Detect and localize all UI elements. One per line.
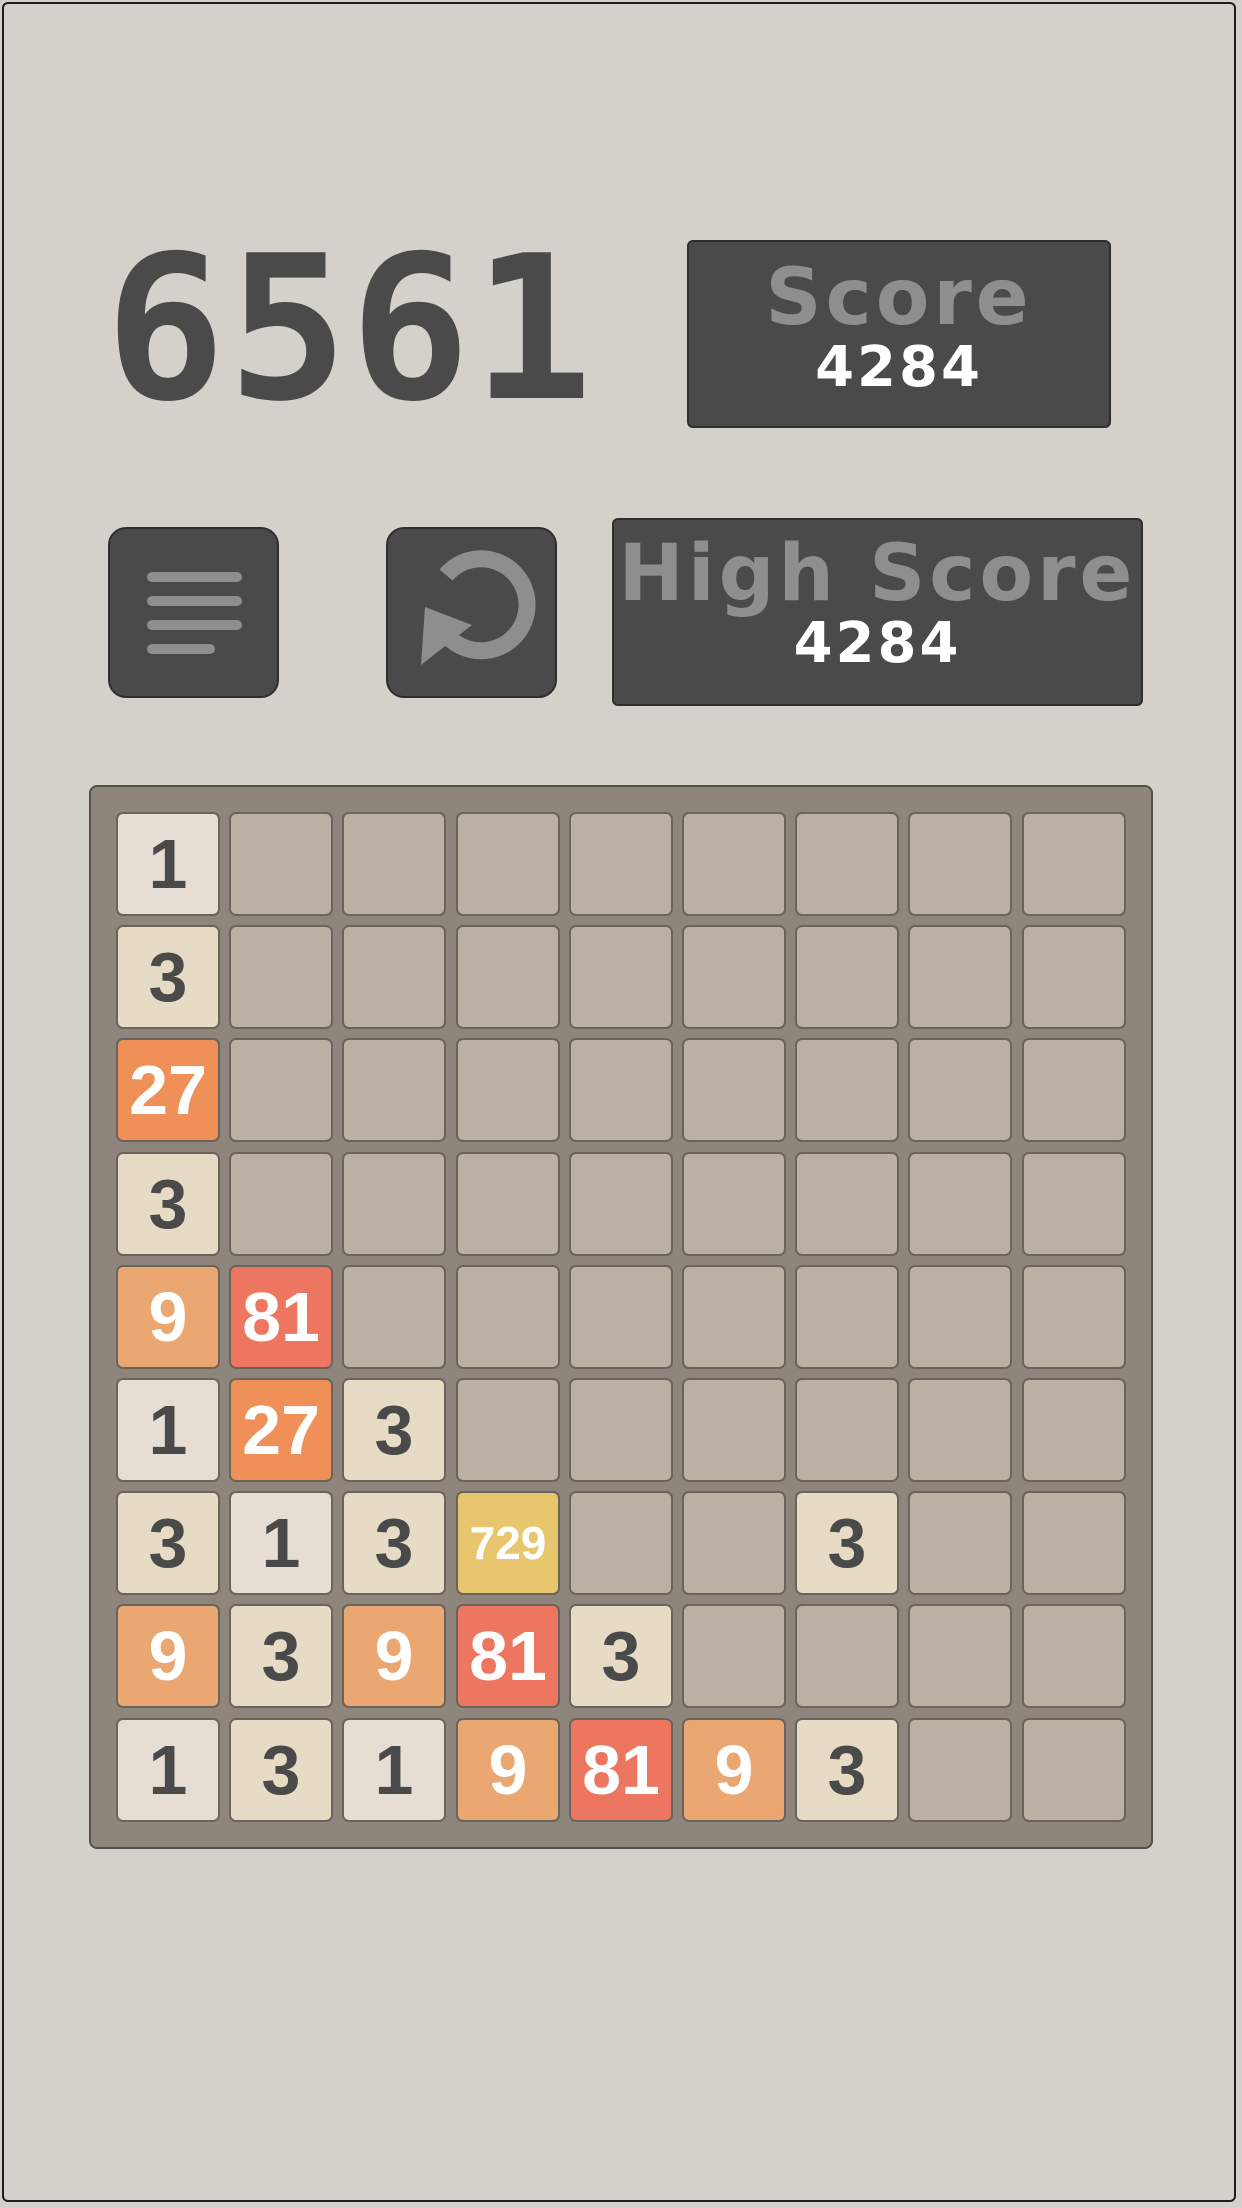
empty-cell <box>908 925 1012 1029</box>
empty-cell <box>569 1378 673 1482</box>
empty-cell <box>229 1152 333 1256</box>
tile-729: 729 <box>456 1491 560 1595</box>
score-label: Score <box>765 253 1033 343</box>
empty-cell <box>908 1718 1012 1822</box>
empty-cell <box>1022 1718 1126 1822</box>
empty-cell <box>342 1265 446 1369</box>
empty-cell <box>1022 1038 1126 1142</box>
empty-cell <box>1022 925 1126 1029</box>
empty-cell <box>456 925 560 1029</box>
tile-1: 1 <box>116 1378 220 1482</box>
tile-3: 3 <box>229 1604 333 1708</box>
menu-button[interactable] <box>108 527 279 698</box>
empty-cell <box>229 925 333 1029</box>
tile-1: 1 <box>116 812 220 916</box>
empty-cell <box>456 1378 560 1482</box>
tile-3: 3 <box>795 1718 899 1822</box>
restart-icon <box>421 550 536 665</box>
empty-cell <box>1022 1378 1126 1482</box>
empty-cell <box>456 1152 560 1256</box>
empty-cell <box>1022 812 1126 916</box>
empty-cell <box>682 1265 786 1369</box>
tile-1: 1 <box>116 1718 220 1822</box>
empty-cell <box>229 1038 333 1142</box>
empty-cell <box>456 1038 560 1142</box>
tile-9: 9 <box>682 1718 786 1822</box>
empty-cell <box>1022 1604 1126 1708</box>
tile-3: 3 <box>342 1378 446 1482</box>
empty-cell <box>795 1038 899 1142</box>
empty-cell <box>456 812 560 916</box>
high-score-label: High Score <box>618 529 1137 619</box>
tile-1: 1 <box>229 1491 333 1595</box>
empty-cell <box>682 812 786 916</box>
empty-cell <box>569 812 673 916</box>
empty-cell <box>1022 1265 1126 1369</box>
tile-9: 9 <box>456 1718 560 1822</box>
tile-1: 1 <box>342 1718 446 1822</box>
tile-3: 3 <box>342 1491 446 1595</box>
tile-81: 81 <box>229 1265 333 1369</box>
empty-cell <box>682 1604 786 1708</box>
tile-3: 3 <box>116 1491 220 1595</box>
empty-cell <box>342 1038 446 1142</box>
empty-cell <box>795 1378 899 1482</box>
tile-9: 9 <box>342 1604 446 1708</box>
empty-cell <box>682 1038 786 1142</box>
empty-cell <box>908 1491 1012 1595</box>
empty-cell <box>229 812 333 916</box>
empty-cell <box>795 925 899 1029</box>
empty-cell <box>569 1491 673 1595</box>
score-value: 4284 <box>815 335 983 400</box>
tile-9: 9 <box>116 1604 220 1708</box>
menu-icon <box>147 572 242 654</box>
empty-cell <box>795 1265 899 1369</box>
goal-tile-value: 6561 <box>105 213 595 446</box>
empty-cell <box>1022 1491 1126 1595</box>
empty-cell <box>342 925 446 1029</box>
empty-cell <box>682 1152 786 1256</box>
tile-3: 3 <box>116 1152 220 1256</box>
empty-cell <box>908 1038 1012 1142</box>
empty-cell <box>908 1604 1012 1708</box>
tile-27: 27 <box>116 1038 220 1142</box>
empty-cell <box>795 1604 899 1708</box>
empty-cell <box>569 1038 673 1142</box>
empty-cell <box>908 1152 1012 1256</box>
tile-9: 9 <box>116 1265 220 1369</box>
tile-27: 27 <box>229 1378 333 1482</box>
empty-cell <box>908 1265 1012 1369</box>
game-board[interactable]: 1 3 27 3 9 81 1 27 3 3 1 3 729 3 9 3 9 81 3 1 3 1 9 81 9 3 <box>89 785 1153 1849</box>
empty-cell <box>1022 1152 1126 1256</box>
empty-cell <box>795 1152 899 1256</box>
empty-cell <box>342 1152 446 1256</box>
tile-3: 3 <box>569 1604 673 1708</box>
empty-cell <box>569 1152 673 1256</box>
tile-3: 3 <box>795 1491 899 1595</box>
empty-cell <box>795 812 899 916</box>
high-score-panel: High Score 4284 <box>612 518 1143 706</box>
tile-81: 81 <box>569 1718 673 1822</box>
empty-cell <box>342 812 446 916</box>
score-panel: Score 4284 <box>687 240 1111 428</box>
empty-cell <box>682 1378 786 1482</box>
empty-cell <box>456 1265 560 1369</box>
empty-cell <box>682 925 786 1029</box>
empty-cell <box>569 1265 673 1369</box>
empty-cell <box>682 1491 786 1595</box>
tile-3: 3 <box>116 925 220 1029</box>
tile-3: 3 <box>229 1718 333 1822</box>
empty-cell <box>908 812 1012 916</box>
restart-button[interactable] <box>386 527 557 698</box>
empty-cell <box>569 925 673 1029</box>
tile-81: 81 <box>456 1604 560 1708</box>
high-score-value: 4284 <box>793 611 962 676</box>
empty-cell <box>908 1378 1012 1482</box>
